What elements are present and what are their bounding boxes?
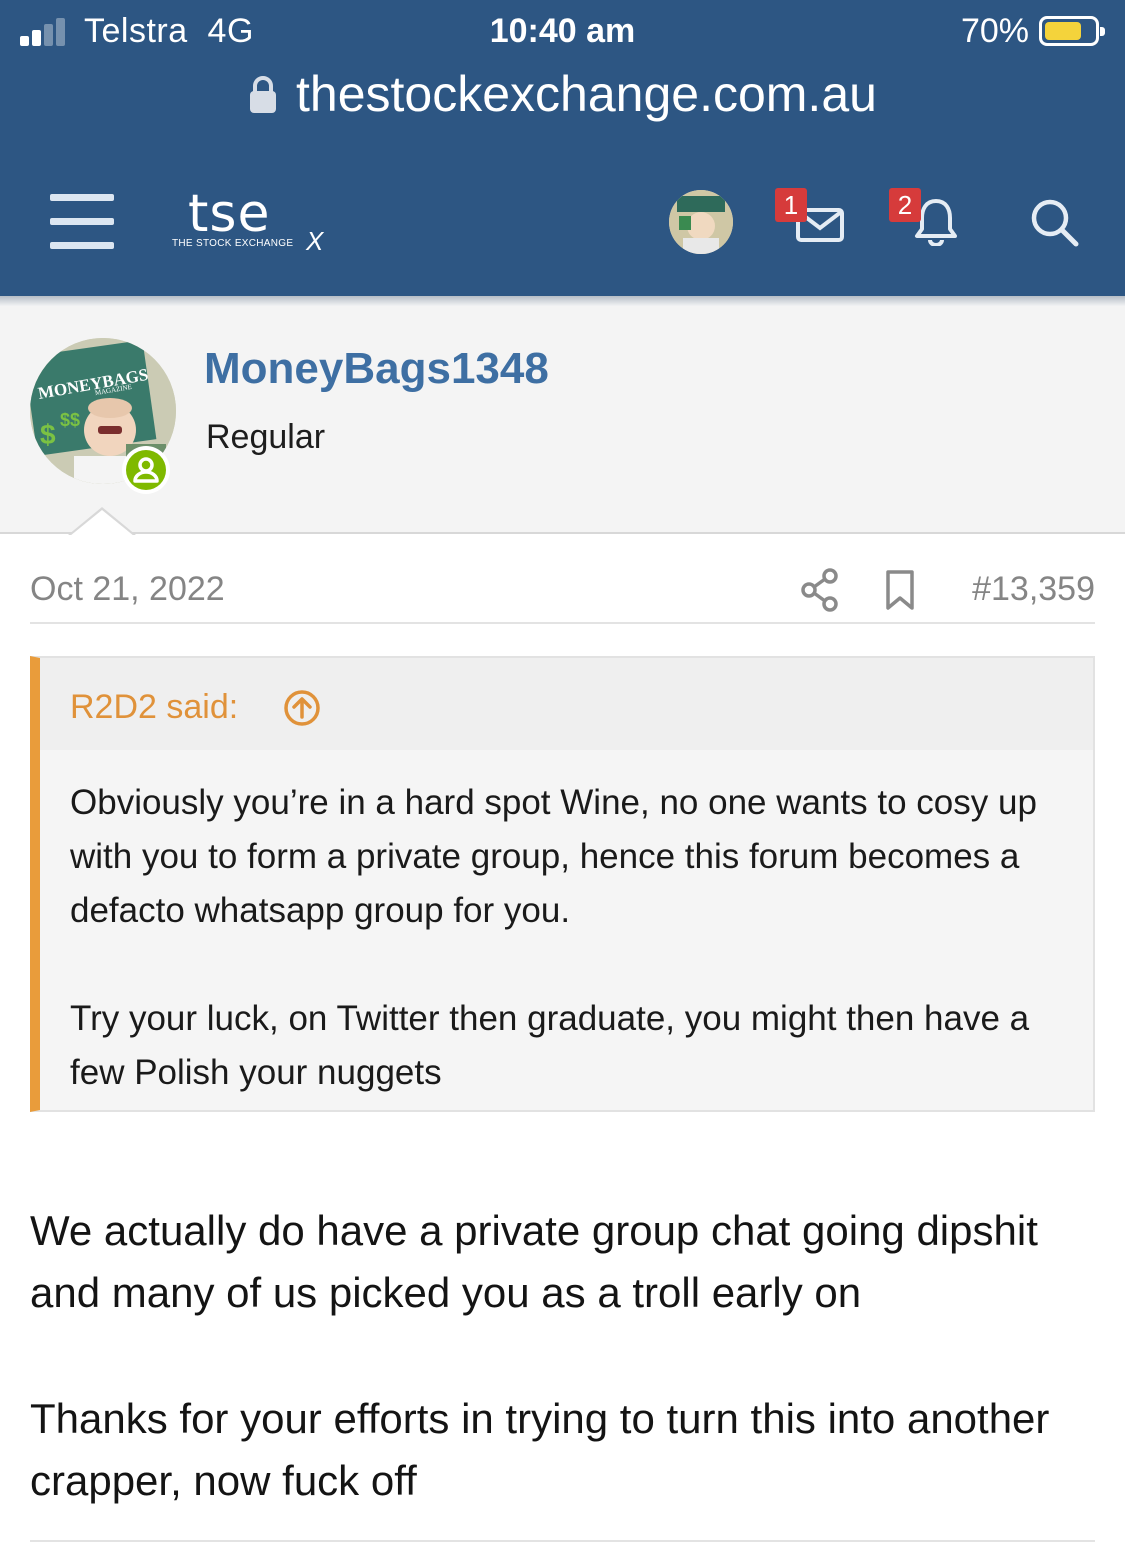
bookmark-icon <box>886 570 914 610</box>
post-body: We actually do have a private group chat… <box>30 1200 1100 1560</box>
url-bar[interactable]: thestockexchange.com.au <box>0 62 1125 126</box>
post-paragraph: We actually do have a private group chat… <box>30 1207 1038 1316</box>
logo-subtitle: THE STOCK EXCHANGE <box>172 238 294 249</box>
battery-icon <box>1039 16 1105 46</box>
post-user-block: MONEYBAGS MAGAZINE $ $$ MoneyBags1348 Re… <box>0 306 1125 534</box>
clock: 10:40 am <box>489 12 636 50</box>
url-text: thestockexchange.com.au <box>296 66 877 122</box>
header-shadow <box>0 296 1125 306</box>
post-date[interactable]: Oct 21, 2022 <box>30 570 225 609</box>
account-avatar-button[interactable] <box>669 190 733 254</box>
user-title: Regular <box>206 418 326 456</box>
bookmark-button[interactable] <box>882 568 918 617</box>
site-logo[interactable]: tse THE STOCK EXCHANGE X <box>170 184 330 256</box>
search-button[interactable] <box>1030 198 1080 253</box>
lock-icon <box>248 66 278 130</box>
quote-body: Obviously you’re in a hard spot Wine, no… <box>70 776 1060 1154</box>
hamburger-menu-button[interactable] <box>50 194 114 250</box>
battery-percent: 70% <box>960 12 1029 50</box>
post-meta: Oct 21, 2022 #13,359 <box>30 560 1095 624</box>
search-icon <box>1031 199 1079 247</box>
svg-text:$$: $$ <box>60 410 80 430</box>
online-status-indicator <box>122 446 170 494</box>
logo-mark: X <box>306 226 324 256</box>
avatar-image <box>669 190 733 254</box>
post-divider <box>30 1540 1095 1542</box>
user-icon <box>133 457 159 483</box>
logo-text: tse <box>188 184 271 244</box>
quote-paragraph: Try your luck, on Twitter then graduate,… <box>70 999 1030 1092</box>
post-author-link[interactable]: MoneyBags1348 <box>204 344 549 394</box>
quote-source-button[interactable] <box>282 688 322 733</box>
share-button[interactable] <box>800 568 840 617</box>
quote-paragraph: Obviously you’re in a hard spot Wine, no… <box>70 783 1037 930</box>
top-bar: Telstra 4G 10:40 am 70% thestockexchange… <box>0 0 1125 300</box>
quote-block: R2D2 said: Obviously you’re in a hard sp… <box>30 656 1095 1112</box>
user-block-pointer-fill <box>70 510 134 536</box>
post-number-link[interactable]: #13,359 <box>972 570 1095 609</box>
arrow-up-circle-icon <box>284 690 320 726</box>
quote-author-link[interactable]: R2D2 said: <box>70 688 238 727</box>
quote-header: R2D2 said: <box>40 658 1093 750</box>
post-paragraph: Thanks for your efforts in trying to tur… <box>30 1395 1050 1504</box>
site-header: tse THE STOCK EXCHANGE X 1 2 <box>0 150 1125 296</box>
inbox-badge: 1 <box>775 188 807 222</box>
status-bar: Telstra 4G 10:40 am 70% <box>0 0 1125 62</box>
share-icon <box>801 568 838 612</box>
alerts-badge: 2 <box>889 188 921 222</box>
svg-text:$: $ <box>40 419 56 450</box>
